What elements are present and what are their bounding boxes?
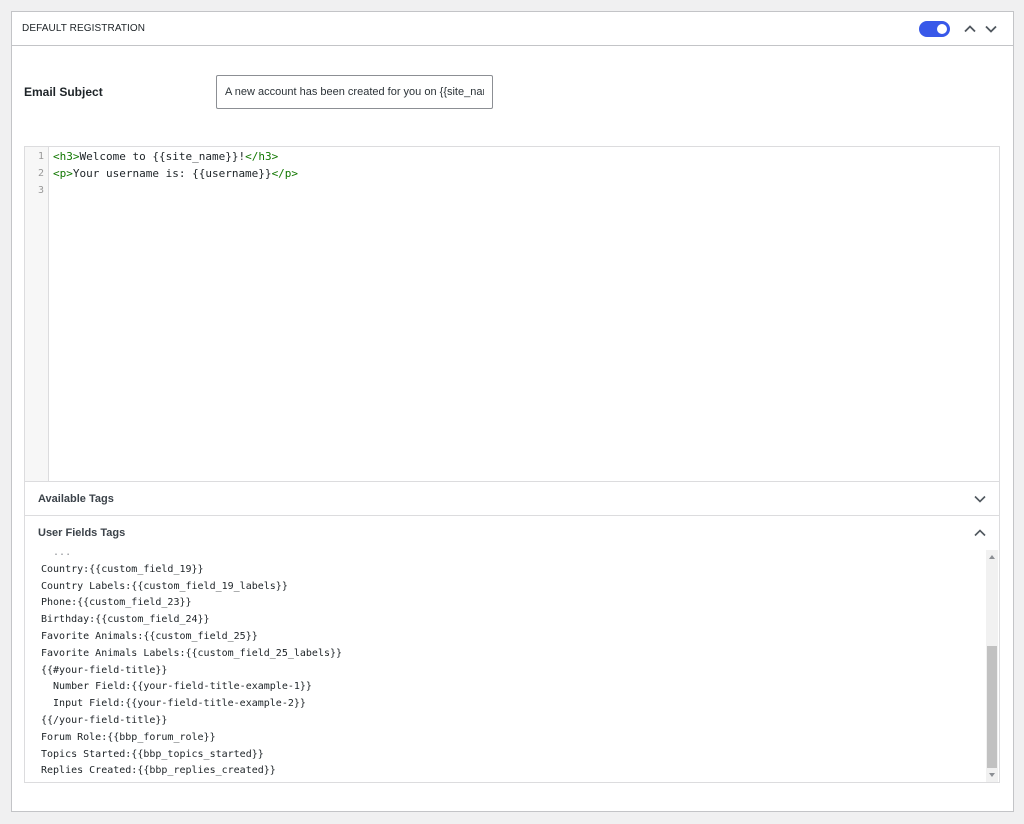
default-registration-panel: DEFAULT REGISTRATION Email Subject 1 2 3… [11, 11, 1014, 812]
code-tag-open: <h3> [53, 150, 80, 163]
tag-line: Country Labels:{{custom_field_19_labels}… [41, 580, 288, 592]
tag-line: Country:{{custom_field_19}} [41, 563, 204, 575]
email-subject-label: Email Subject [24, 85, 103, 99]
tags-scrollbar[interactable] [986, 550, 998, 782]
code-editor[interactable]: 1 2 3 <h3>Welcome to {{site_name}}!</h3>… [24, 146, 1000, 482]
tags-text: ... Country:{{custom_field_19}} Country … [41, 550, 342, 780]
chevron-down-icon[interactable] [983, 21, 999, 37]
code-text: Welcome to {{site_name}}! [79, 150, 246, 163]
tag-line: Birthday:{{custom_field_24}} [41, 614, 210, 626]
tag-line: Number Field:{{your-field-title-example-… [41, 681, 312, 693]
enable-toggle[interactable] [919, 21, 950, 37]
code-line: <h3>Welcome to {{site_name}}!</h3> [53, 150, 278, 163]
tag-line: Favorite Animals Labels:{{custom_field_2… [41, 647, 343, 659]
line-number-gutter: 1 2 3 [25, 147, 49, 481]
chevron-up-icon[interactable] [962, 21, 978, 37]
tag-line: {{#your-field-title}} [41, 664, 168, 676]
chevron-down-icon[interactable] [973, 492, 987, 506]
tag-line: Forum Role:{{bbp_forum_role}} [41, 731, 216, 743]
code-tag-open: <p> [53, 167, 73, 180]
available-tags-title: Available Tags [38, 493, 114, 505]
panel-header: DEFAULT REGISTRATION [12, 12, 1013, 46]
line-number: 1 [37, 151, 44, 162]
panel-title: DEFAULT REGISTRATION [22, 23, 146, 34]
available-tags-accordion[interactable]: Available Tags [24, 481, 1000, 516]
code-tag-close: </h3> [245, 150, 279, 163]
code-tag-close: </p> [271, 167, 299, 180]
tag-line: Topics Started:{{bbp_topics_started}} [41, 748, 264, 760]
tag-line: Phone:{{custom_field_23}} [41, 597, 192, 609]
chevron-up-icon[interactable] [973, 526, 987, 540]
tag-line: Input Field:{{your-field-title-example-2… [41, 698, 306, 710]
email-subject-input[interactable] [216, 75, 493, 109]
tag-line: Favorite Animals:{{custom_field_25}} [41, 630, 258, 642]
user-fields-tags-list[interactable]: ... Country:{{custom_field_19}} Country … [25, 550, 999, 782]
scroll-thumb[interactable] [987, 646, 997, 768]
user-fields-tags-title: User Fields Tags [38, 527, 126, 539]
code-line: <p>Your username is: {{username}}</p> [53, 167, 298, 180]
line-number: 2 [37, 168, 44, 179]
code-text: Your username is: {{username}} [72, 167, 272, 180]
tag-line: {{/your-field-title}} [41, 714, 168, 726]
line-number: 3 [37, 185, 44, 196]
clipped-tag-line: ... [41, 550, 72, 558]
tag-line: Replies Created:{{bbp_replies_created}} [41, 765, 276, 777]
toggle-knob [937, 24, 947, 34]
scroll-down-arrow[interactable] [989, 773, 995, 777]
scroll-up-arrow[interactable] [989, 555, 995, 559]
user-fields-tags-accordion[interactable]: User Fields Tags ... Country:{{custom_fi… [24, 515, 1000, 783]
